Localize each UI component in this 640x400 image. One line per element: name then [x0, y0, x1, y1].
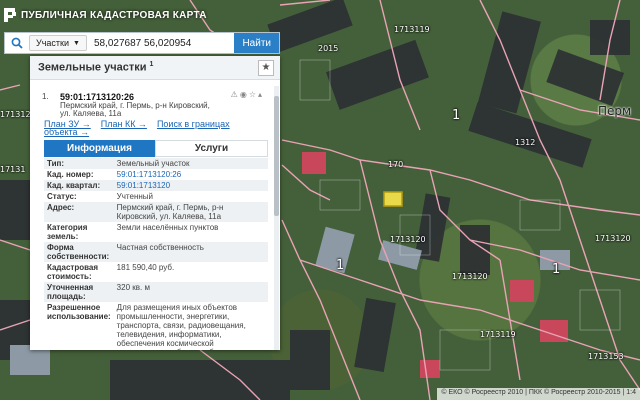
quarter-label: 1713120	[595, 234, 631, 243]
search-input[interactable]	[90, 34, 235, 52]
app-header: ПУБЛИЧНАЯ КАДАСТРОВАЯ КАРТА	[0, 0, 240, 30]
quarter-label: 1713119	[480, 330, 516, 339]
table-row: Кадастровая стоимость: 181 590,40 руб.	[44, 262, 268, 282]
search-icon[interactable]	[5, 33, 29, 53]
quarter-label: 1713120	[452, 272, 488, 281]
find-button[interactable]: Найти	[234, 33, 279, 53]
building-number-label: 2015	[318, 44, 339, 53]
warning-icon[interactable]: ⚠	[231, 90, 238, 99]
search-type-label: Участки	[36, 38, 69, 48]
scrollbar-thumb[interactable]	[274, 96, 279, 216]
pin-icon[interactable]: ◉	[240, 90, 247, 99]
star-outline-icon[interactable]: ☆	[249, 90, 256, 99]
result-count: 1	[149, 61, 154, 69]
quarter-label: 1713120	[390, 235, 426, 244]
collapse-icon[interactable]: ▴	[258, 90, 262, 99]
search-type-dropdown[interactable]: Участки ▼	[29, 35, 87, 51]
building-number-label: 1312	[515, 138, 536, 147]
search-bar: Участки ▼ Найти	[4, 32, 280, 54]
table-row: Уточненная площадь: 320 кв. м	[44, 282, 268, 302]
quarter-label: 171312	[0, 110, 31, 119]
building-number-label: 1	[452, 108, 461, 123]
parcel-info-table: Тип: Земельный участок Кад. номер: 59:01:1…	[44, 158, 268, 350]
table-row: Адрес: Пермский край, г. Пермь, р-н Киров…	[44, 202, 268, 222]
building-number-label: 170	[388, 160, 404, 169]
city-label: Перм	[598, 104, 632, 118]
app-title: ПУБЛИЧНАЯ КАДАСТРОВАЯ КАРТА	[21, 9, 207, 21]
star-icon[interactable]: ★	[258, 59, 274, 76]
card-tabs: Информация Услуги	[44, 140, 268, 157]
map-attribution: © ЕКО © Росреестр 2010 | ПКК © Росреестр…	[437, 388, 640, 400]
quarter-label: 1713153	[588, 352, 624, 361]
plan-kk-link[interactable]: План КК →	[101, 119, 147, 129]
panel-scrollbar[interactable]	[274, 86, 279, 350]
table-row: Разрешенное использование: Для размещения…	[44, 302, 268, 350]
building-number-label: 1	[552, 262, 561, 277]
table-row: Статус: Учтенный	[44, 191, 268, 202]
table-row: Форма собственности: Частная собственност…	[44, 242, 268, 262]
chevron-down-icon: ▼	[73, 39, 80, 47]
table-row: Кад. квартал: 59:01:1713120	[44, 180, 268, 191]
quarter-label: 1713119	[394, 25, 430, 34]
parcel-address: ул. Каляева, 11а	[60, 109, 122, 118]
parcel-card: 1. 59:01:1713120:26 ⚠ ◉ ☆ ▴ Пермский кра…	[34, 86, 268, 350]
quarter-label: 17131	[0, 165, 26, 174]
panel-header: Земельные участки 1 ★	[30, 56, 280, 80]
table-row: Категория земель: Земли населённых пункто…	[44, 222, 268, 242]
parcels-panel: Земельные участки 1 ★ 1. 59:01:1713120:2…	[30, 56, 280, 350]
result-index: 1.	[42, 92, 49, 101]
card-tools: ⚠ ◉ ☆ ▴	[231, 90, 262, 99]
search-within-link[interactable]: объекта →	[44, 127, 89, 137]
tab-info[interactable]: Информация	[44, 140, 155, 157]
table-row: Кад. номер: 59:01:1713120:26	[44, 169, 268, 180]
pkk-logo-icon	[4, 8, 16, 22]
panel-title: Земельные участки 1	[38, 61, 154, 74]
search-within-link[interactable]: Поиск в границах	[157, 119, 230, 129]
building-number-label: 1	[336, 258, 345, 273]
tab-services[interactable]: Услуги	[155, 140, 268, 157]
table-row: Тип: Земельный участок	[44, 158, 268, 169]
